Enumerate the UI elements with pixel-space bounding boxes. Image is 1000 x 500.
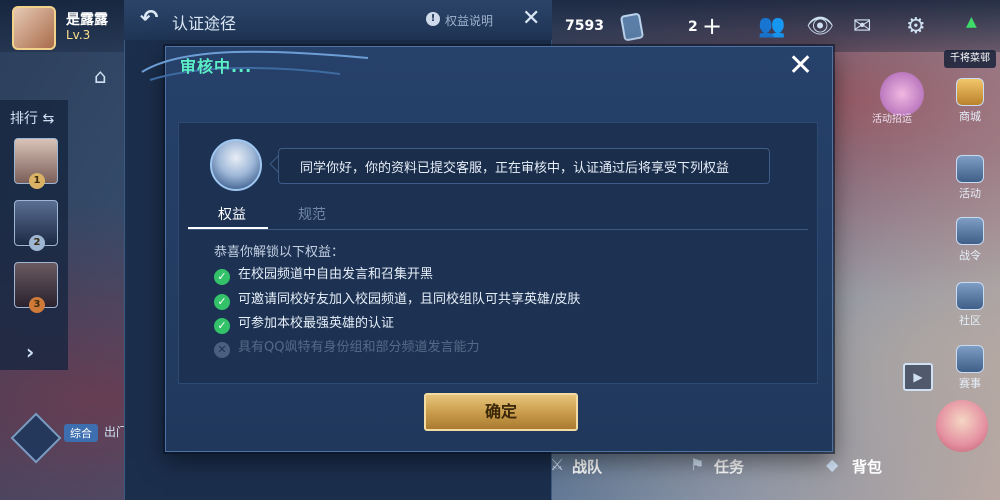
card-icon[interactable]: [619, 12, 645, 42]
npc-avatar: [210, 139, 262, 191]
bag-icon: ◆: [826, 455, 839, 474]
menu-activity-label: 活动: [959, 187, 981, 200]
benefit-item: ✓ 可邀请同校好友加入校园频道，且同校组队可共享英雄/皮肤: [214, 288, 580, 310]
rank-badge: 2: [29, 235, 45, 251]
event-label: 活动招运: [872, 114, 912, 125]
verification-title: 认证途径: [172, 14, 237, 33]
tab-rules[interactable]: 规范: [298, 204, 326, 224]
video-icon[interactable]: ▶: [903, 363, 933, 391]
benefit-item-locked: ✕ 具有QQ飒特有身份组和部分频道发言能力: [214, 336, 479, 358]
menu-community-label: 社区: [959, 314, 981, 327]
eye-icon[interactable]: 👁: [806, 14, 834, 39]
modal-close-icon[interactable]: ✕: [788, 50, 813, 82]
rights-info-link[interactable]: 权益说明: [445, 12, 493, 29]
menu-battlepass-label: 战令: [959, 249, 981, 262]
benefit-text: 可邀请同校好友加入校园频道，且同校组队可共享英雄/皮肤: [238, 292, 581, 307]
tab-active-indicator: [188, 227, 268, 229]
menu-shop-label: 商城: [959, 110, 981, 123]
benefit-text: 在校园频道中自由发言和召集开黑: [238, 267, 434, 282]
right-banner[interactable]: 千将菜邨: [944, 50, 996, 68]
player-name: 是露露: [66, 12, 108, 28]
menu-shop[interactable]: 商城: [950, 78, 990, 124]
benefit-item: ✓ 可参加本校最强英雄的认证: [214, 312, 394, 334]
modal-title: 审核中...: [180, 57, 253, 76]
info-icon[interactable]: !: [426, 12, 440, 26]
player-level: Lv.3: [66, 28, 91, 42]
mail-icon[interactable]: ✉: [853, 14, 871, 39]
check-icon: ✓: [214, 318, 230, 334]
tab-divider: [188, 229, 808, 230]
benefit-text: 具有QQ飒特有身份组和部分频道发言能力: [238, 340, 480, 355]
menu-team[interactable]: 战队: [572, 456, 602, 477]
benefits-intro: 恭喜你解锁以下权益：: [214, 245, 345, 260]
chevron-right-icon[interactable]: ›: [26, 340, 34, 364]
home-icon[interactable]: ⌂: [94, 64, 107, 88]
friends-icon[interactable]: 👥: [758, 14, 785, 39]
gear-icon[interactable]: ⚙: [906, 14, 926, 39]
battlepass-icon: [956, 217, 984, 245]
ranking-avatar[interactable]: 2: [14, 200, 58, 251]
locked-x-icon: ✕: [214, 342, 230, 358]
task-icon: ⚑: [690, 455, 705, 474]
ranking-title[interactable]: 排行 ⇆: [10, 108, 54, 128]
menu-bag[interactable]: 背包: [852, 456, 882, 477]
tab-benefits[interactable]: 权益: [218, 204, 246, 224]
menu-tournament-label: 赛事: [959, 377, 981, 390]
check-icon: ✓: [214, 294, 230, 310]
benefit-item: ✓ 在校园频道中自由发言和召集开黑: [214, 263, 433, 285]
confirm-button[interactable]: 确定: [424, 393, 578, 431]
rank-badge: 3: [29, 297, 45, 313]
player-avatar[interactable]: [12, 6, 56, 50]
wifi-icon: ▲: [966, 14, 977, 30]
review-message: 同学你好，你的资料已提交客服，正在审核中，认证通过后将享受下列权益: [300, 161, 730, 176]
shop-icon: [956, 78, 984, 106]
plus-icon[interactable]: +: [702, 12, 722, 40]
check-icon: ✓: [214, 269, 230, 285]
title-decoration: [141, 50, 369, 81]
ranking-avatar[interactable]: 1: [14, 138, 58, 189]
community-icon: [956, 282, 984, 310]
menu-battlepass[interactable]: 战令: [950, 217, 990, 263]
benefit-text: 可参加本校最强英雄的认证: [238, 316, 395, 331]
close-icon[interactable]: ✕: [522, 6, 540, 31]
activity-icon: [956, 155, 984, 183]
menu-activity[interactable]: 活动: [950, 155, 990, 201]
menu-tasks[interactable]: 任务: [714, 456, 744, 477]
chat-toggle[interactable]: [10, 412, 62, 464]
menu-community[interactable]: 社区: [950, 282, 990, 328]
menu-tournament[interactable]: 赛事: [950, 345, 990, 391]
ranking-avatar[interactable]: 3: [14, 262, 58, 313]
ticket-count: 2: [688, 19, 698, 35]
team-icon: ⚔: [550, 455, 565, 474]
trophy-icon: [956, 345, 984, 373]
coin-count: 7593: [565, 18, 604, 34]
rank-badge: 1: [29, 173, 45, 189]
mascot-avatar[interactable]: [936, 400, 988, 452]
chat-channel-tag[interactable]: 综合: [64, 424, 98, 442]
back-arrow-icon[interactable]: ↶: [140, 6, 158, 31]
